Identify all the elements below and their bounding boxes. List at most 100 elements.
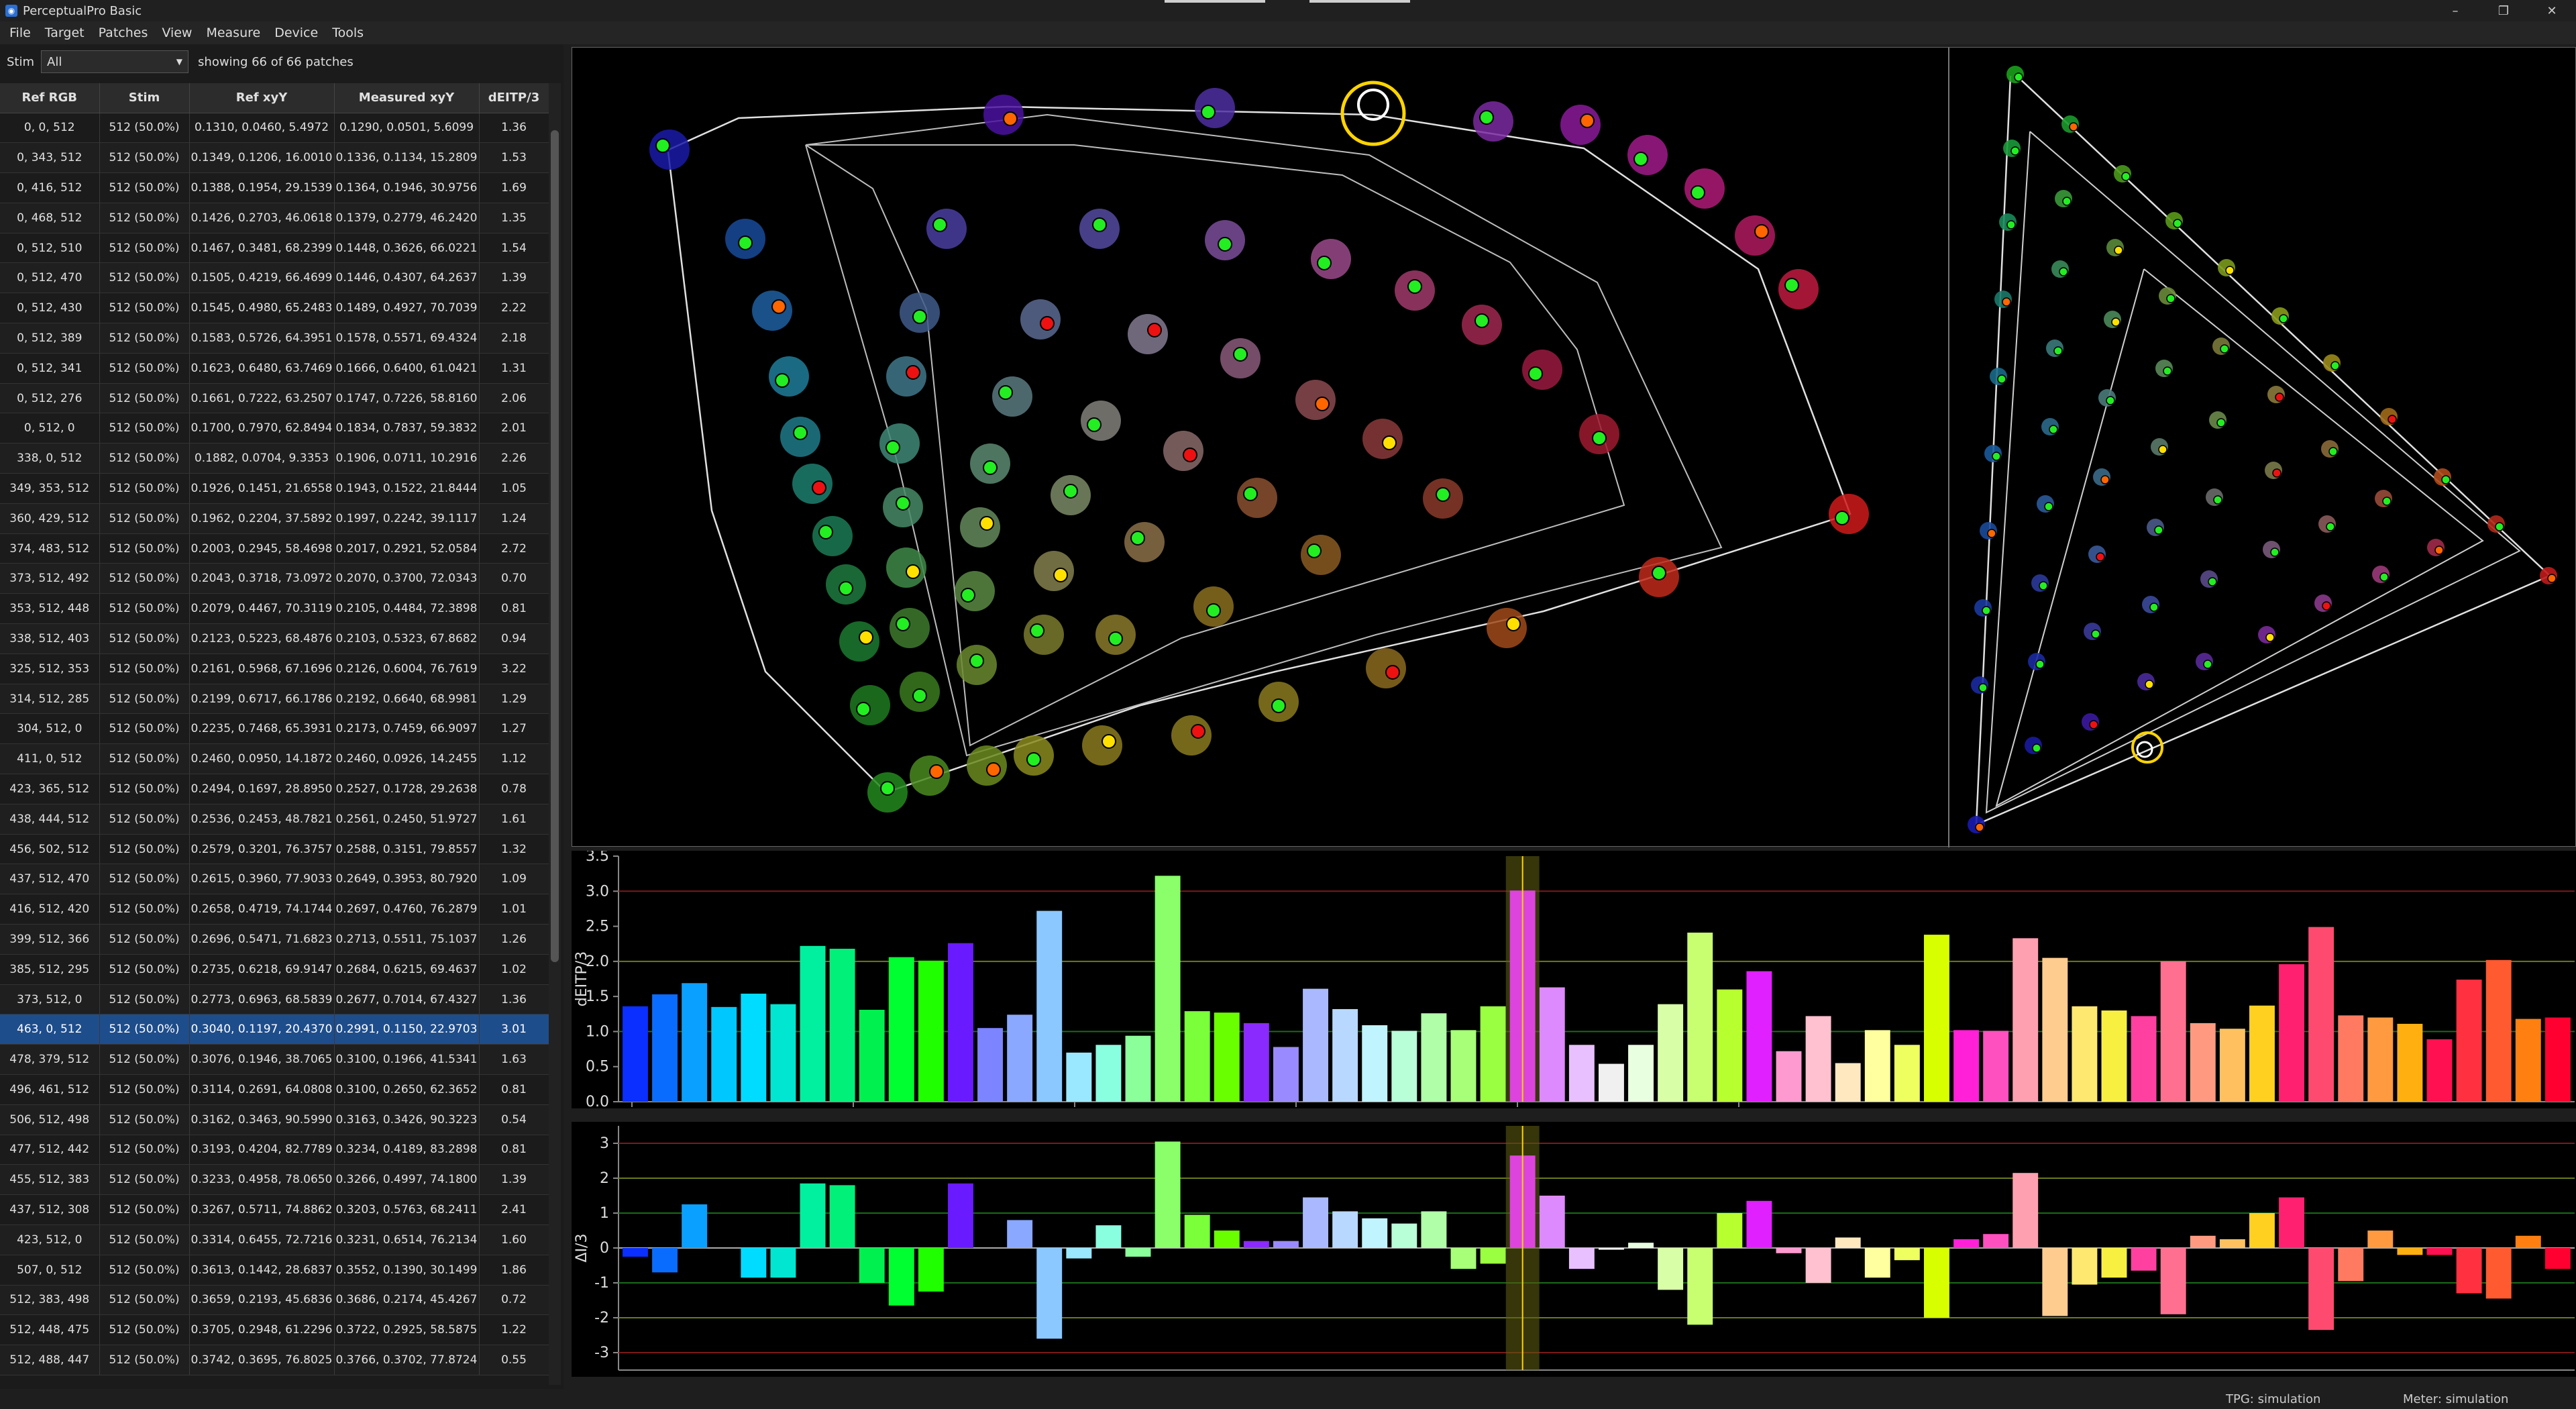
bar[interactable] — [1214, 1231, 1240, 1248]
bar[interactable] — [1362, 1025, 1388, 1102]
bar[interactable] — [1273, 1047, 1299, 1102]
bar[interactable] — [741, 993, 767, 1102]
table-row[interactable]: 0, 343, 512 512 (50.0%) 0.1349, 0.1206, 16… — [0, 142, 549, 174]
table-row[interactable]: 438, 444, 512 512 (50.0%) 0.2536, 0.2453, … — [0, 804, 549, 835]
bar[interactable] — [2072, 1248, 2098, 1285]
bar[interactable] — [1717, 1213, 1743, 1248]
bar[interactable] — [2485, 959, 2512, 1102]
table-row[interactable]: 477, 512, 442 512 (50.0%) 0.3193, 0.4204, … — [0, 1135, 549, 1165]
col-header-measured-xyy[interactable]: Measured xyY — [334, 83, 480, 113]
bar[interactable] — [2515, 1235, 2541, 1248]
table-row[interactable]: 360, 429, 512 512 (50.0%) 0.1962, 0.2204, … — [0, 503, 549, 534]
bar[interactable] — [2012, 938, 2039, 1102]
table-row[interactable]: 304, 512, 0 512 (50.0%) 0.2235, 0.7468, 65… — [0, 713, 549, 745]
bar[interactable] — [652, 994, 678, 1102]
bar[interactable] — [918, 960, 944, 1102]
bar[interactable] — [1746, 1200, 1772, 1248]
table-row[interactable]: 411, 0, 512 512 (50.0%) 0.2460, 0.0950, 14… — [0, 743, 549, 775]
bar[interactable] — [1184, 1011, 1210, 1102]
bar[interactable] — [1480, 1248, 1506, 1264]
table-row[interactable]: 0, 512, 510 512 (50.0%) 0.1467, 0.3481, 68… — [0, 233, 549, 264]
table-row[interactable]: 496, 461, 512 512 (50.0%) 0.3114, 0.2691, … — [0, 1074, 549, 1105]
bar[interactable] — [1421, 1211, 1447, 1248]
table-row[interactable]: 416, 512, 420 512 (50.0%) 0.2658, 0.4719, … — [0, 894, 549, 925]
bar[interactable] — [2219, 1029, 2245, 1102]
menu-patches[interactable]: Patches — [93, 25, 157, 40]
bar[interactable] — [770, 1248, 796, 1278]
bar[interactable] — [1421, 1013, 1447, 1102]
bar[interactable] — [1539, 987, 1565, 1102]
bar[interactable] — [1007, 1014, 1033, 1102]
table-row[interactable]: 373, 512, 492 512 (50.0%) 0.2043, 0.3718, … — [0, 563, 549, 594]
bar[interactable] — [2279, 1197, 2305, 1248]
bar[interactable] — [1687, 1248, 1713, 1325]
bar[interactable] — [2072, 1006, 2098, 1102]
bar[interactable] — [1864, 1030, 1890, 1102]
col-header-stim[interactable]: Stim — [99, 83, 190, 113]
bar[interactable] — [977, 1028, 1004, 1102]
bar[interactable] — [829, 1185, 855, 1248]
bar[interactable] — [2219, 1239, 2245, 1248]
table-row[interactable]: 0, 512, 470 512 (50.0%) 0.1505, 0.4219, 66… — [0, 262, 549, 294]
bar[interactable] — [770, 1004, 796, 1102]
bar[interactable] — [2131, 1248, 2157, 1271]
bar[interactable] — [2485, 1248, 2512, 1299]
bar[interactable] — [1095, 1225, 1122, 1248]
bar[interactable] — [1894, 1248, 1920, 1261]
bar[interactable] — [2042, 1248, 2068, 1316]
bar[interactable] — [948, 943, 973, 1102]
bar[interactable] — [800, 1183, 826, 1248]
table-row[interactable]: 512, 448, 475 512 (50.0%) 0.3705, 0.2948, … — [0, 1314, 549, 1346]
bar[interactable] — [1924, 935, 1949, 1102]
table-row[interactable]: 507, 0, 512 512 (50.0%) 0.3613, 0.1442, 28… — [0, 1255, 549, 1286]
bar[interactable] — [1628, 1243, 1654, 1248]
bar[interactable] — [2131, 1016, 2157, 1102]
bar[interactable] — [1599, 1248, 1624, 1250]
col-header-deitp[interactable]: dEITP/3 — [479, 83, 549, 113]
bar[interactable] — [1658, 1004, 1684, 1102]
table-row[interactable]: 478, 379, 512 512 (50.0%) 0.3076, 0.1946, … — [0, 1044, 549, 1075]
bar[interactable] — [741, 1248, 767, 1278]
bar[interactable] — [2160, 961, 2186, 1102]
stim-select[interactable]: All ▼ — [41, 50, 189, 73]
bar[interactable] — [1391, 1031, 1417, 1102]
table-row[interactable]: 0, 512, 341 512 (50.0%) 0.1623, 0.6480, 63… — [0, 353, 549, 384]
bar[interactable] — [1628, 1045, 1654, 1102]
table-row[interactable]: 0, 512, 430 512 (50.0%) 0.1545, 0.4980, 65… — [0, 293, 549, 324]
table-row[interactable]: 353, 512, 448 512 (50.0%) 0.2079, 0.4467, … — [0, 593, 549, 625]
bar[interactable] — [2101, 1010, 2127, 1102]
table-row[interactable]: 463, 0, 512 512 (50.0%) 0.3040, 0.1197, 20… — [0, 1014, 549, 1045]
scrollbar-thumb[interactable] — [551, 130, 559, 962]
bar[interactable] — [2160, 1248, 2186, 1314]
bar[interactable] — [1805, 1016, 1831, 1102]
bar[interactable] — [1184, 1214, 1210, 1248]
table-row[interactable]: 0, 416, 512 512 (50.0%) 0.1388, 0.1954, 29… — [0, 172, 549, 203]
bar[interactable] — [2308, 1248, 2334, 1330]
bar[interactable] — [2426, 1039, 2453, 1102]
bar[interactable] — [2279, 964, 2305, 1102]
table-row[interactable]: 0, 512, 0 512 (50.0%) 0.1700, 0.7970, 62.8… — [0, 413, 549, 444]
table-row[interactable]: 455, 512, 383 512 (50.0%) 0.3233, 0.4958, … — [0, 1164, 549, 1196]
bar[interactable] — [948, 1183, 973, 1248]
bar[interactable] — [1036, 1248, 1063, 1339]
bar[interactable] — [2544, 1017, 2571, 1102]
delta-i-bar-chart[interactable]: 3 2 1 0 -1 -2 -3 ΔI/3 — [572, 1122, 2576, 1377]
bar[interactable] — [2367, 1231, 2394, 1248]
chromaticity-plot[interactable] — [572, 47, 2576, 847]
bar[interactable] — [1983, 1234, 2009, 1248]
bar[interactable] — [1568, 1248, 1595, 1269]
bar[interactable] — [2249, 1005, 2275, 1102]
menu-target[interactable]: Target — [40, 25, 93, 40]
table-row[interactable]: 0, 0, 512 512 (50.0%) 0.1310, 0.0460, 5.49… — [0, 113, 549, 144]
menu-device[interactable]: Device — [269, 25, 327, 40]
bar[interactable] — [1894, 1045, 1920, 1102]
bar[interactable] — [1599, 1063, 1624, 1102]
table-row[interactable]: 349, 353, 512 512 (50.0%) 0.1926, 0.1451, … — [0, 473, 549, 504]
table-row[interactable]: 437, 512, 470 512 (50.0%) 0.2615, 0.3960, … — [0, 864, 549, 895]
table-row[interactable]: 506, 512, 498 512 (50.0%) 0.3162, 0.3463, … — [0, 1104, 549, 1135]
bar[interactable] — [1303, 988, 1329, 1102]
bar[interactable] — [2338, 1248, 2364, 1282]
table-row[interactable]: 423, 512, 0 512 (50.0%) 0.3314, 0.6455, 72… — [0, 1224, 549, 1255]
table-row[interactable]: 314, 512, 285 512 (50.0%) 0.2199, 0.6717, … — [0, 684, 549, 715]
bar[interactable] — [2515, 1019, 2541, 1102]
